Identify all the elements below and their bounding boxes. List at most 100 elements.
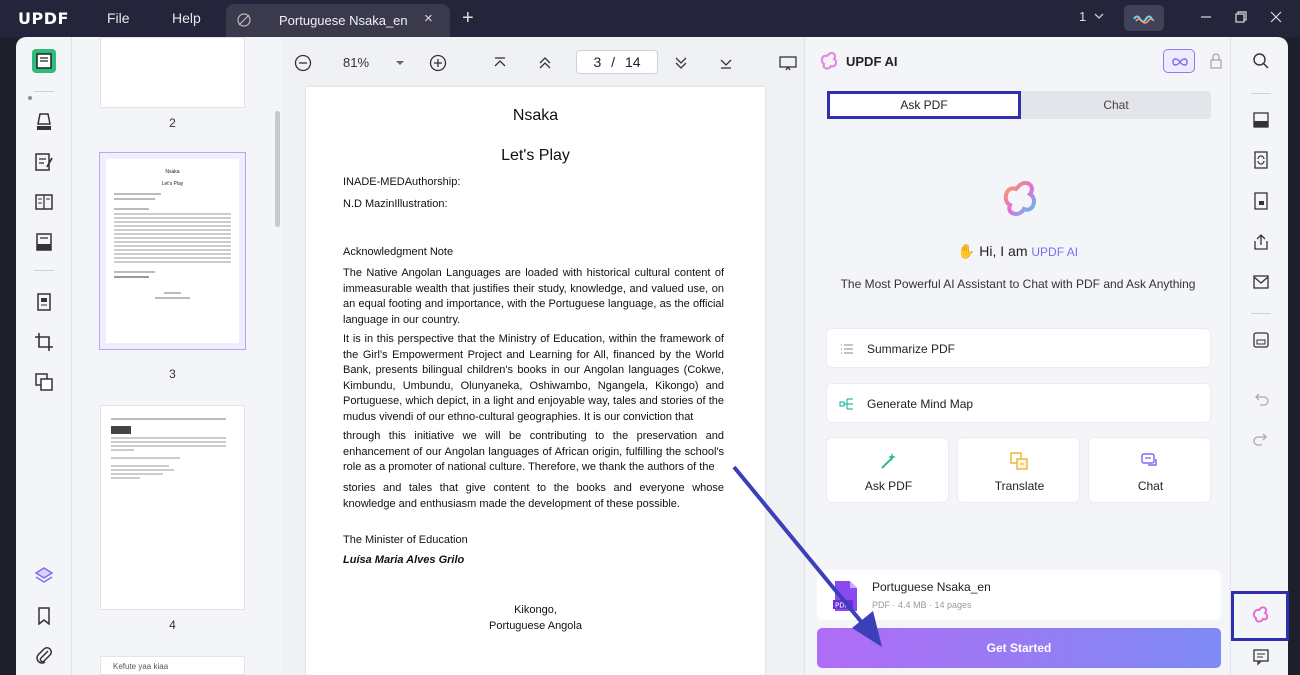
thumbnail-page-3[interactable]: Nsaka Let's Play <box>99 152 246 350</box>
protect-icon[interactable] <box>1252 192 1270 210</box>
updf-ai-logo-icon <box>1003 180 1036 216</box>
page-separator: / <box>611 54 616 70</box>
previous-page-icon[interactable] <box>535 53 555 73</box>
close-icon[interactable] <box>1268 9 1284 25</box>
document-tab[interactable]: Portuguese Nsaka_en × <box>226 4 450 37</box>
comment-icon[interactable] <box>1252 648 1270 666</box>
current-page: 3 <box>593 54 602 70</box>
translate-icon <box>1010 452 1028 470</box>
edit-pdf-icon[interactable] <box>32 150 56 174</box>
thumbnail-scrollbar[interactable] <box>275 111 280 227</box>
thumbnail-page-4[interactable] <box>100 405 245 610</box>
doc-paragraph: stories and tales that give content to t… <box>343 482 724 510</box>
layers-icon[interactable] <box>32 564 56 588</box>
left-tool-rail <box>16 37 72 675</box>
doc-minister: The Minister of Education <box>343 534 468 546</box>
ai-greeting: ✋ Hi, I am UPDF AI <box>805 243 1231 260</box>
translate-tile-label: Translate <box>994 479 1045 493</box>
save-icon[interactable] <box>1252 331 1270 349</box>
bookmark-icon[interactable] <box>32 604 56 628</box>
doc-authorship: INADE-MEDAuthorship: <box>343 176 461 188</box>
doc-paragraph: through this initiative we will be contr… <box>343 430 724 473</box>
zoom-dropdown-icon[interactable] <box>390 53 410 73</box>
search-icon[interactable] <box>1252 52 1270 70</box>
mail-icon[interactable] <box>1252 273 1270 291</box>
menu-file[interactable]: File <box>107 10 130 26</box>
wave-icon <box>1133 15 1155 24</box>
tab-chat[interactable]: Chat <box>1021 91 1211 119</box>
next-page-icon[interactable] <box>671 53 691 73</box>
doc-ack-heading: Acknowledgment Note <box>343 246 454 258</box>
thumb-mini-subtitle: Let's Play <box>161 181 184 187</box>
doc-subtitle: Let's Play <box>501 147 570 164</box>
thumb-mini-title: Nsaka <box>165 169 180 175</box>
lock-icon[interactable] <box>1208 52 1224 70</box>
compare-icon[interactable] <box>32 370 56 394</box>
chat-tile[interactable]: Chat <box>1088 437 1211 503</box>
mind-map-button[interactable]: Generate Mind Map <box>826 383 1211 423</box>
minimize-icon[interactable] <box>1198 9 1214 25</box>
ai-panel: UPDF AI Ask PDF Chat ✋ Hi, I am UPDF AI … <box>804 37 1230 675</box>
ocr-icon[interactable] <box>32 230 56 254</box>
restore-icon[interactable] <box>1233 9 1249 25</box>
presentation-icon[interactable] <box>778 53 798 73</box>
infinity-mode-button[interactable] <box>1163 49 1195 73</box>
thumb-mini-text <box>111 418 226 481</box>
last-page-icon[interactable] <box>716 53 736 73</box>
new-tab-button[interactable]: + <box>462 7 474 30</box>
greeting-text: Hi, I am <box>979 243 1028 259</box>
ai-status-button[interactable] <box>1124 5 1164 31</box>
app-logo: UPDF <box>18 9 69 28</box>
zoom-level[interactable]: 81% <box>343 55 369 70</box>
thumbnail-label: 4 <box>169 618 176 632</box>
ai-mode-switch: Ask PDF Chat <box>827 91 1211 119</box>
thumbnail-page-2[interactable] <box>100 37 245 108</box>
page-number-input[interactable]: 3 / 14 <box>576 50 658 74</box>
tab-title: Portuguese Nsaka_en <box>279 13 408 28</box>
ask-pdf-tile-label: Ask PDF <box>864 479 913 493</box>
zoom-out-icon[interactable] <box>293 53 313 73</box>
organize-pages-icon[interactable] <box>32 290 56 314</box>
window-count[interactable]: 1 <box>1079 9 1086 24</box>
get-started-button[interactable]: Get Started <box>817 628 1221 668</box>
tab-ask-pdf[interactable]: Ask PDF <box>827 91 1021 119</box>
thumbnail-panel: 2 Nsaka Let's Play 3 4 Kefute yaa kiaa <box>72 37 282 675</box>
doc-place-2: Portuguese Angola <box>489 620 582 632</box>
file-meta: PDF · 4.4 MB · 14 pages <box>872 600 972 610</box>
attached-file-card: PDF Portuguese Nsaka_en PDF · 4.4 MB · 1… <box>817 570 1221 620</box>
right-tool-rail <box>1230 37 1288 675</box>
crop-icon[interactable] <box>32 330 56 354</box>
rail-divider <box>34 270 54 271</box>
undo-icon[interactable] <box>1252 390 1270 408</box>
doc-title: Nsaka <box>512 107 559 124</box>
first-page-icon[interactable] <box>490 53 510 73</box>
chevron-down-icon[interactable] <box>1093 10 1105 22</box>
ai-button-highlight <box>1231 591 1289 641</box>
ask-pdf-tile[interactable]: Ask PDF <box>826 437 949 503</box>
thumb-mini-title: Kefute yaa kiaa <box>113 662 169 671</box>
infinity-icon <box>1172 58 1188 66</box>
reader-icon[interactable] <box>32 49 56 73</box>
pdf-file-icon: PDF <box>833 581 857 611</box>
highlighter-icon[interactable] <box>32 110 56 134</box>
thumbnail-page-5[interactable]: Kefute yaa kiaa <box>100 656 245 675</box>
zoom-in-icon[interactable] <box>428 53 448 73</box>
updf-ai-logo-icon <box>820 51 838 70</box>
form-icon[interactable] <box>32 190 56 214</box>
menu-help[interactable]: Help <box>172 10 201 26</box>
summarize-pdf-button[interactable]: Summarize PDF <box>826 328 1211 368</box>
rail-divider <box>1251 313 1271 314</box>
rail-divider <box>34 91 54 92</box>
pdf-badge-text: PDF <box>835 602 849 610</box>
summarize-label: Summarize PDF <box>867 342 956 356</box>
translate-tile[interactable]: Translate <box>957 437 1080 503</box>
view-toolbar: 81% 3 / 14 <box>282 37 804 87</box>
share-icon[interactable] <box>1252 233 1270 251</box>
attachment-icon[interactable] <box>32 644 56 668</box>
redo-icon[interactable] <box>1252 430 1270 448</box>
wave-hand-icon: ✋ <box>957 243 976 259</box>
ocr-icon[interactable] <box>1252 111 1270 129</box>
thumbnail-label: 2 <box>169 116 176 130</box>
convert-icon[interactable] <box>1252 151 1270 169</box>
tab-close-button[interactable]: × <box>424 10 433 27</box>
